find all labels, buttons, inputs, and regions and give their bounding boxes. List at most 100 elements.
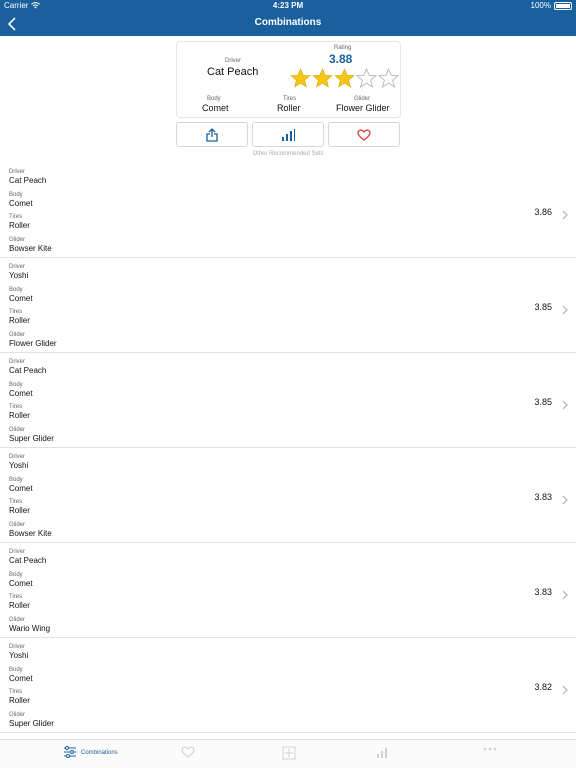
tires-label: Tires — [9, 689, 23, 695]
tires-label: Tires — [9, 214, 23, 220]
body-value: Comet — [9, 483, 33, 493]
star-empty-icon — [356, 68, 377, 88]
star-empty-icon — [378, 68, 399, 88]
tires-label: Tires — [9, 309, 23, 315]
chevron-right-icon — [562, 397, 568, 415]
share-button[interactable] — [176, 122, 248, 147]
tires-value: Roller — [9, 506, 30, 515]
glider-label: Glider — [9, 236, 26, 243]
star-filled-icon — [334, 68, 355, 88]
combination-row[interactable]: Driver Cat Peach Body Comet Tires Roller Glide… — [0, 163, 576, 258]
driver-label: Driver — [9, 644, 25, 650]
tires-value: Roller — [9, 696, 30, 705]
tab-more[interactable] — [482, 746, 502, 754]
driver-value: Yoshi — [9, 271, 29, 280]
tab-label: Combinations — [81, 750, 118, 756]
tires-label: Tires — [9, 499, 23, 505]
rating-label: Rating — [334, 45, 352, 51]
driver-label: Driver — [225, 58, 241, 64]
favorite-button[interactable] — [328, 122, 400, 147]
navigation-bar: Combinations — [0, 12, 576, 36]
combination-row[interactable]: Driver Yoshi Body Comet Tires Roller Glider Sup… — [0, 638, 576, 733]
battery-icon — [554, 1, 572, 10]
glider-value: Wario Wing — [9, 623, 51, 633]
heart-icon — [357, 128, 371, 141]
page-title: Combinations — [254, 17, 322, 28]
driver-value: Yoshi — [9, 651, 29, 660]
driver-value: Yoshi — [9, 461, 29, 470]
more-icon — [482, 746, 498, 754]
plus-square-icon — [282, 746, 296, 762]
glider-label: Glider — [9, 331, 26, 338]
tires-value: Roller — [9, 221, 30, 230]
chevron-right-icon — [562, 492, 568, 510]
tab-bar: Combinations — [0, 739, 576, 768]
body-label: Body — [207, 96, 221, 102]
body-value: Comet — [9, 578, 33, 588]
tires-label: Tires — [9, 594, 23, 600]
score-value: 3.85 — [534, 302, 552, 312]
driver-value: Cat Peach — [9, 556, 47, 565]
tires-value: Roller — [9, 411, 30, 420]
share-icon — [206, 127, 218, 142]
glider-value: Flower Glider — [336, 103, 390, 113]
glider-value: Bowser Kite — [9, 243, 52, 253]
heart-icon — [181, 746, 195, 760]
body-label: Body — [9, 381, 23, 388]
glider-value: Bowser Kite — [9, 528, 52, 538]
glider-value: Flower Glider — [9, 338, 57, 348]
body-label: Body — [9, 666, 23, 673]
glider-value: Super Glider — [9, 718, 54, 728]
bar-chart-icon — [282, 128, 295, 141]
glider-label: Glider — [354, 96, 371, 102]
combination-row[interactable]: Driver Yoshi Body Comet Tires Roller Glider Bow… — [0, 448, 576, 543]
score-value: 3.83 — [534, 587, 552, 597]
glider-value: Super Glider — [9, 433, 54, 443]
stats-button[interactable] — [252, 122, 324, 147]
chevron-right-icon — [562, 207, 568, 225]
chevron-right-icon — [562, 302, 568, 320]
glider-label: Glider — [9, 426, 26, 433]
tab-plus-square[interactable] — [282, 746, 300, 762]
body-label: Body — [9, 476, 23, 483]
driver-value: Cat Peach — [207, 66, 259, 78]
combination-row[interactable]: Driver Yoshi Body Comet Tires Roller Glider Flo… — [0, 258, 576, 353]
tires-label: Tires — [9, 404, 23, 410]
chevron-right-icon — [562, 682, 568, 700]
glider-label: Glider — [9, 711, 26, 718]
combination-row[interactable]: Driver Cat Peach Body Comet Tires Roller Glide… — [0, 543, 576, 638]
sliders-icon — [63, 746, 77, 760]
star-filled-icon — [312, 68, 333, 88]
selected-combination-card: Driver Cat Peach Rating 3.88 Body Comet … — [176, 41, 401, 118]
section-title: Other Recommended Sets — [252, 151, 324, 157]
tab-bar-chart[interactable] — [376, 746, 394, 760]
driver-value: Cat Peach — [9, 176, 47, 185]
body-value: Comet — [9, 198, 33, 208]
tab-combinations[interactable]: Combinations — [63, 746, 118, 760]
battery-percent: 100% — [530, 1, 551, 10]
glider-label: Glider — [9, 616, 26, 623]
status-bar: Carrier 4:23 PM 100% — [0, 0, 576, 12]
clock: 4:23 PM — [272, 1, 304, 10]
driver-label: Driver — [9, 264, 25, 270]
combination-row[interactable]: Driver Cat Peach Body Comet Tires Roller Glide… — [0, 353, 576, 448]
tab-heart[interactable] — [181, 746, 199, 760]
tires-value: Roller — [9, 601, 30, 610]
score-value: 3.86 — [534, 207, 552, 217]
chevron-right-icon — [562, 587, 568, 605]
body-value: Comet — [9, 293, 33, 303]
tires-value: Roller — [277, 103, 301, 113]
body-value: Comet — [9, 388, 33, 398]
star-rating — [290, 68, 399, 89]
bar-chart-icon — [376, 746, 390, 760]
body-value: Comet — [202, 103, 229, 113]
score-value: 3.85 — [534, 397, 552, 407]
driver-label: Driver — [9, 549, 25, 555]
driver-label: Driver — [9, 359, 25, 365]
glider-label: Glider — [9, 521, 26, 528]
score-value: 3.83 — [534, 492, 552, 502]
body-label: Body — [9, 286, 23, 293]
score-value: 3.82 — [534, 682, 552, 692]
driver-label: Driver — [9, 169, 25, 175]
star-filled-icon — [290, 68, 311, 88]
